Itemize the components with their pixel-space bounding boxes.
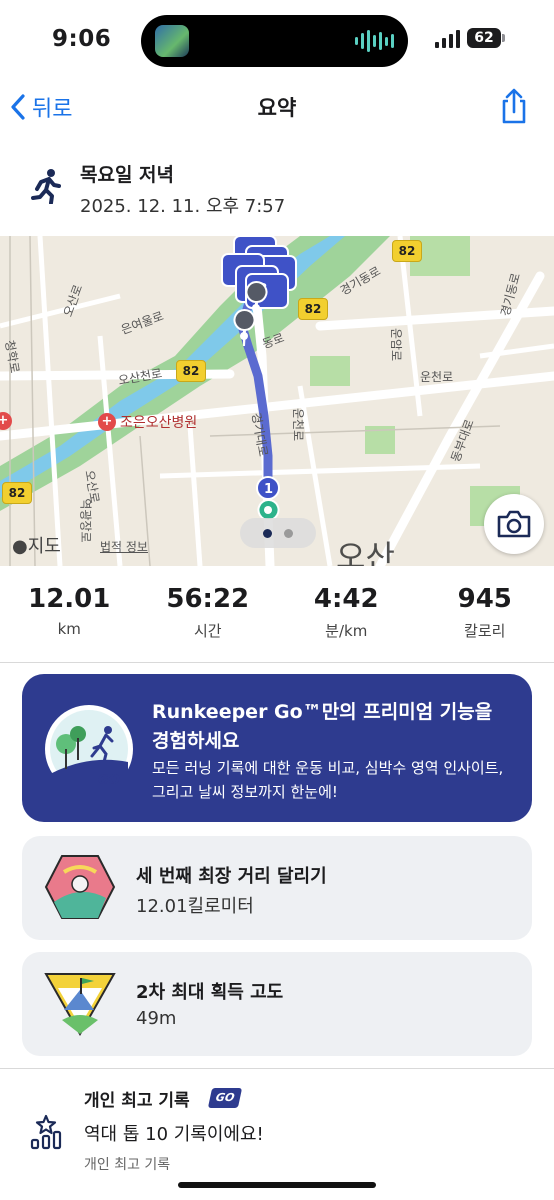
achievement-subtitle: 12.01킬로미터: [136, 896, 254, 917]
audio-wave-icon: [355, 29, 394, 53]
page-dot[interactable]: [263, 528, 272, 538]
achievement-card[interactable]: 세 번째 최장 거리 달리기 12.01킬로미터: [22, 836, 532, 940]
promo-title: Runkeeper Go™만의 프리미엄 기능을 경험하세요: [152, 701, 493, 752]
map-road-label: 운천로: [291, 407, 306, 442]
page-dot[interactable]: [284, 528, 293, 538]
personal-best-section[interactable]: 개인 최고 기록 GO 역대 톱 10 기록이에요! 개인 최고 기록: [0, 1070, 554, 1200]
map-road-label: 운암로: [389, 327, 404, 362]
apple-icon: ●: [12, 536, 28, 557]
promo-go-badge: GO: [98, 773, 120, 788]
hospital-icon: +: [0, 412, 12, 430]
battery-tip-icon: [502, 34, 505, 42]
divider: [0, 1068, 554, 1069]
go-upgrade-banner[interactable]: GO Runkeeper Go™만의 프리미엄 기능을 경험하세요 모든 러닝 …: [22, 674, 532, 822]
route-map[interactable]: 경기동로 경기대로 오산천로 운천로 운암로 운천로 은여울로 오산로 청학로 …: [0, 236, 554, 566]
home-indicator[interactable]: [178, 1182, 376, 1188]
personal-best-title: 개인 최고 기록: [84, 1091, 190, 1111]
now-playing-thumbnail: [155, 25, 189, 57]
leaderboard-star-icon: [30, 1114, 62, 1150]
personal-best-text: 역대 톱 10 기록이에요!: [84, 1124, 264, 1145]
stat-label: 분/km: [325, 622, 368, 640]
achievement-card[interactable]: 2차 최대 획득 고도 49m: [22, 952, 532, 1056]
stat-pace: 4:42 분/km: [277, 584, 416, 648]
route-shield: 82: [176, 360, 206, 382]
navigation-bar: 뒤로 요약: [0, 82, 554, 132]
stat-distance: 12.01 km: [0, 584, 139, 648]
legal-link[interactable]: 법적 정보: [100, 538, 148, 555]
apple-maps-logo: ●지도: [12, 536, 61, 557]
share-icon: [502, 88, 526, 124]
status-time: 9:06: [52, 26, 112, 52]
stat-value: 12.01: [28, 584, 111, 614]
map-road-label: 운천로: [420, 370, 454, 384]
hospital-poi[interactable]: + 조은오산병원: [98, 412, 197, 432]
activity-header: 목요일 저녁 2025. 12. 11. 오후 7:57: [0, 150, 554, 230]
start-marker-label: 1: [264, 482, 273, 497]
hospital-label: 조은오산병원: [120, 415, 198, 431]
cellular-signal-icon: [435, 30, 460, 48]
map-city-label: 오산: [336, 538, 395, 566]
divider: [0, 662, 554, 663]
stats-row: 12.01 km 56:22 시간 4:42 분/km 945 칼로리: [0, 584, 554, 648]
promo-body: 모든 러닝 기록에 대한 운동 비교, 심박수 영역 인사이트, 그리고 날씨 …: [152, 759, 504, 801]
go-runner-illustration-icon: GO: [45, 705, 133, 794]
share-button[interactable]: [498, 86, 530, 126]
activity-date: 2025. 12. 11. 오후 7:57: [80, 196, 286, 217]
stat-value: 4:42: [313, 584, 379, 614]
page-title: 요약: [257, 96, 297, 120]
go-badge: GO: [207, 1088, 243, 1108]
status-bar: 9:06 62: [0, 0, 554, 82]
elevation-badge-icon: [44, 973, 116, 1036]
stat-label: km: [57, 620, 81, 638]
achievement-title: 2차 최대 획득 고도: [136, 982, 284, 1003]
running-icon: [31, 169, 61, 204]
route-shield: 82: [2, 482, 32, 504]
stat-label: 칼로리: [464, 622, 506, 640]
camera-icon: [497, 510, 531, 538]
start-marker[interactable]: 1: [248, 476, 288, 522]
battery-indicator: 62: [467, 28, 501, 48]
hospital-icon: +: [98, 413, 116, 431]
personal-best-subtitle: 개인 최고 기록: [84, 1157, 171, 1173]
hospital-poi-edge: +: [0, 412, 16, 430]
route-shield: 82: [392, 240, 422, 262]
achievement-title: 세 번째 최장 거리 달리기: [136, 866, 327, 887]
activity-title: 목요일 저녁: [80, 164, 175, 186]
km-marker-cluster[interactable]: 8: [216, 236, 306, 346]
stat-label: 시간: [193, 622, 222, 640]
stat-calories: 945 칼로리: [416, 584, 554, 648]
add-photo-button[interactable]: [484, 494, 544, 554]
map-road-label: 역광장로: [78, 498, 93, 543]
dynamic-island[interactable]: [141, 15, 408, 67]
longest-run-badge-icon: [44, 855, 116, 919]
stat-value: 945: [457, 584, 512, 614]
map-page-indicator[interactable]: [240, 518, 316, 548]
achievement-subtitle: 49m: [136, 1008, 177, 1029]
stat-duration: 56:22 시간: [139, 584, 278, 648]
stat-value: 56:22: [166, 584, 250, 614]
